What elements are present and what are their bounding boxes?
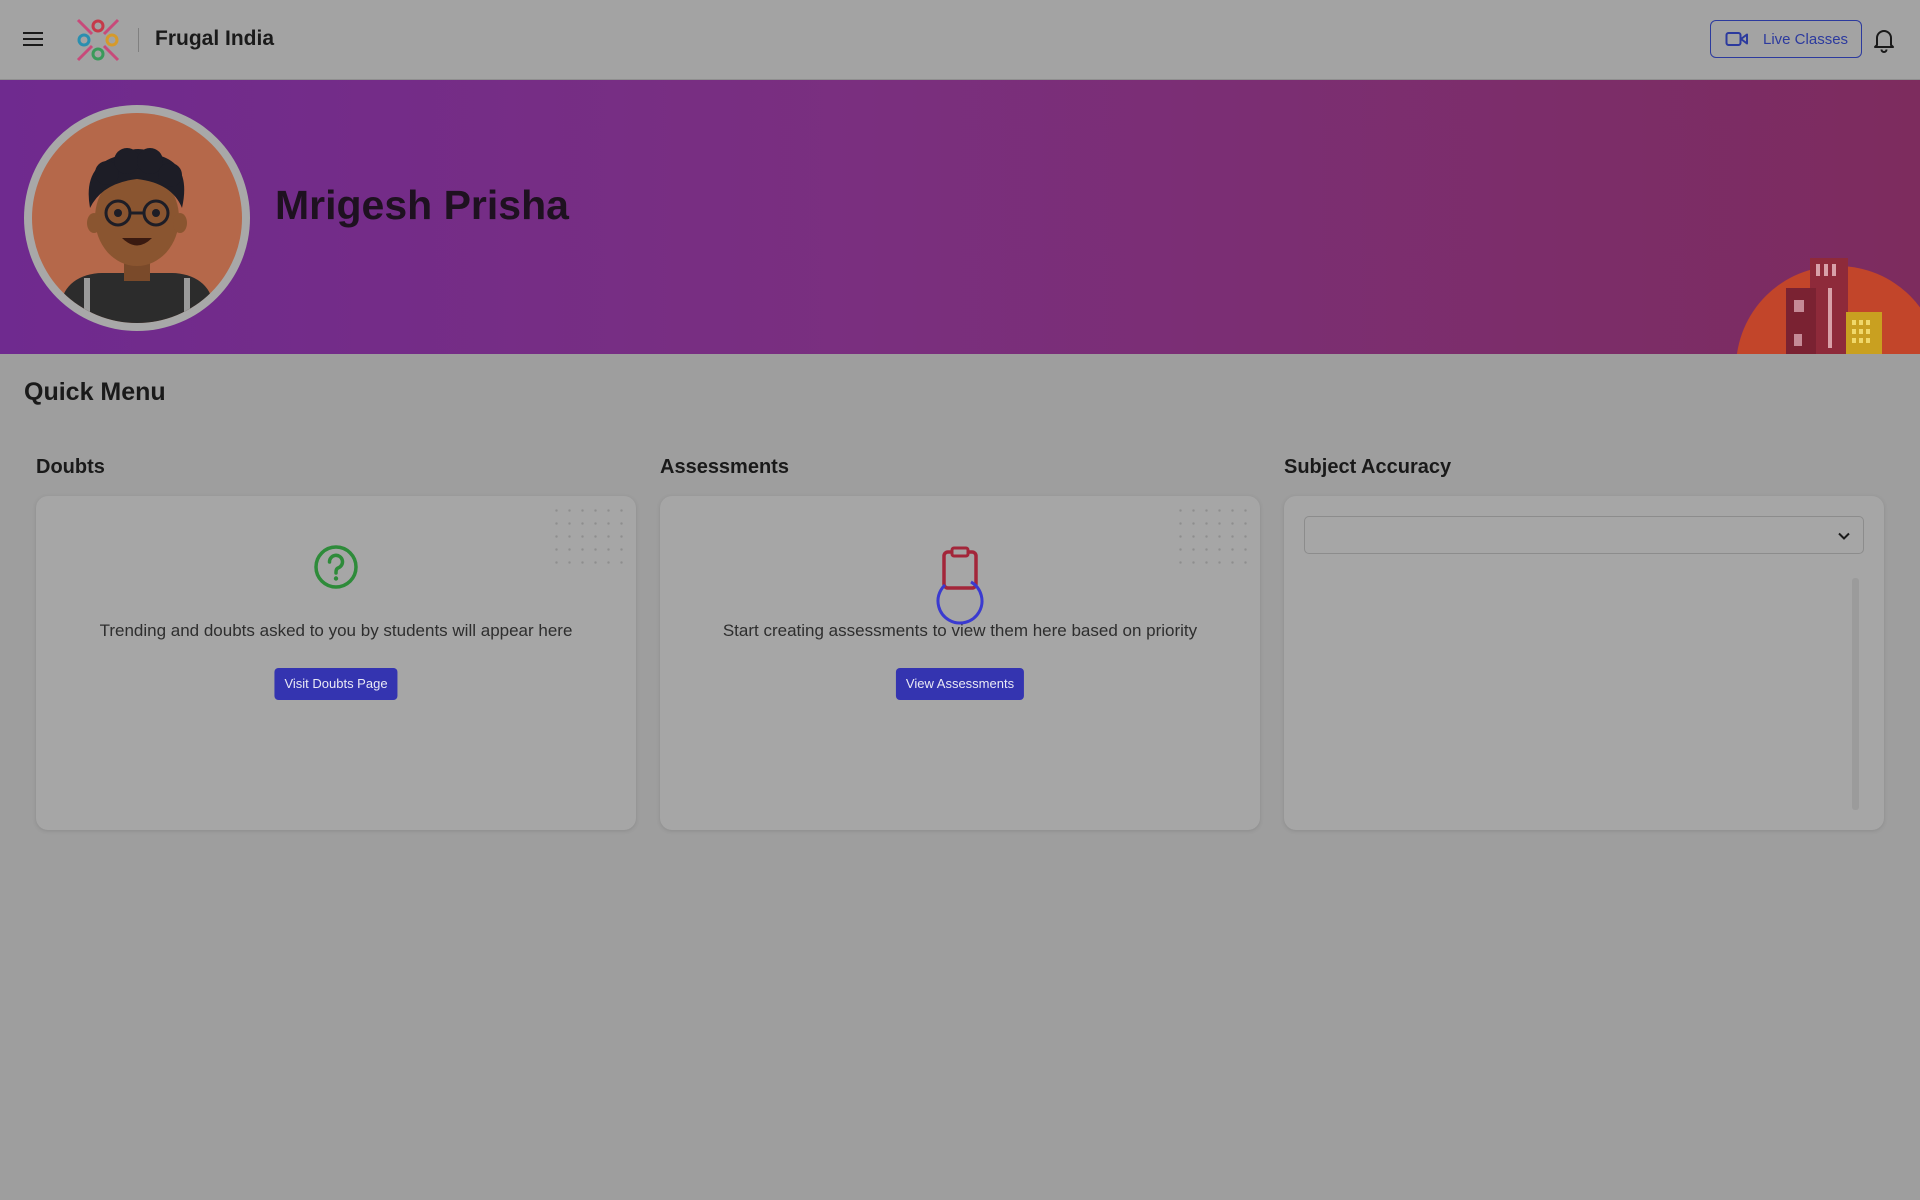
avatar	[24, 105, 250, 331]
loading-spinner-icon	[936, 577, 984, 625]
visit-doubts-button[interactable]: Visit Doubts Page	[274, 668, 398, 700]
city-buildings-illustration	[1736, 258, 1920, 354]
brand-divider	[138, 28, 139, 52]
quick-menu-title: Quick Menu	[24, 378, 166, 406]
profile-name: Mrigesh Prisha	[275, 182, 569, 228]
top-navigation-bar: Frugal India Live Classes	[0, 0, 1920, 80]
assessments-title: Assessments	[660, 456, 789, 478]
assessments-card: Start creating assessments to view them …	[660, 496, 1260, 830]
brand-name: Frugal India	[155, 27, 275, 50]
live-classes-button[interactable]: Live Classes	[1710, 20, 1862, 58]
scrollbar[interactable]	[1852, 578, 1859, 810]
bell-icon[interactable]	[1872, 27, 1896, 53]
doubts-card: Trending and doubts asked to you by stud…	[36, 496, 636, 830]
avatar-illustration	[62, 148, 212, 323]
chevron-down-icon	[1838, 532, 1850, 540]
subject-accuracy-title: Subject Accuracy	[1284, 456, 1452, 478]
profile-banner: Mrigesh Prisha	[0, 80, 1920, 354]
live-classes-label: Live Classes	[1763, 30, 1849, 48]
subject-select[interactable]	[1304, 516, 1864, 554]
decorative-dots	[550, 504, 628, 574]
question-circle-icon	[314, 545, 358, 589]
view-assessments-button[interactable]: View Assessments	[895, 668, 1025, 700]
subject-accuracy-card	[1284, 496, 1884, 830]
menu-icon[interactable]	[22, 28, 44, 50]
decorative-dots	[1174, 504, 1252, 574]
doubts-message: Trending and doubts asked to you by stud…	[99, 621, 573, 640]
doubts-title: Doubts	[36, 456, 105, 478]
video-camera-icon	[1725, 32, 1748, 46]
logo[interactable]	[72, 14, 124, 66]
